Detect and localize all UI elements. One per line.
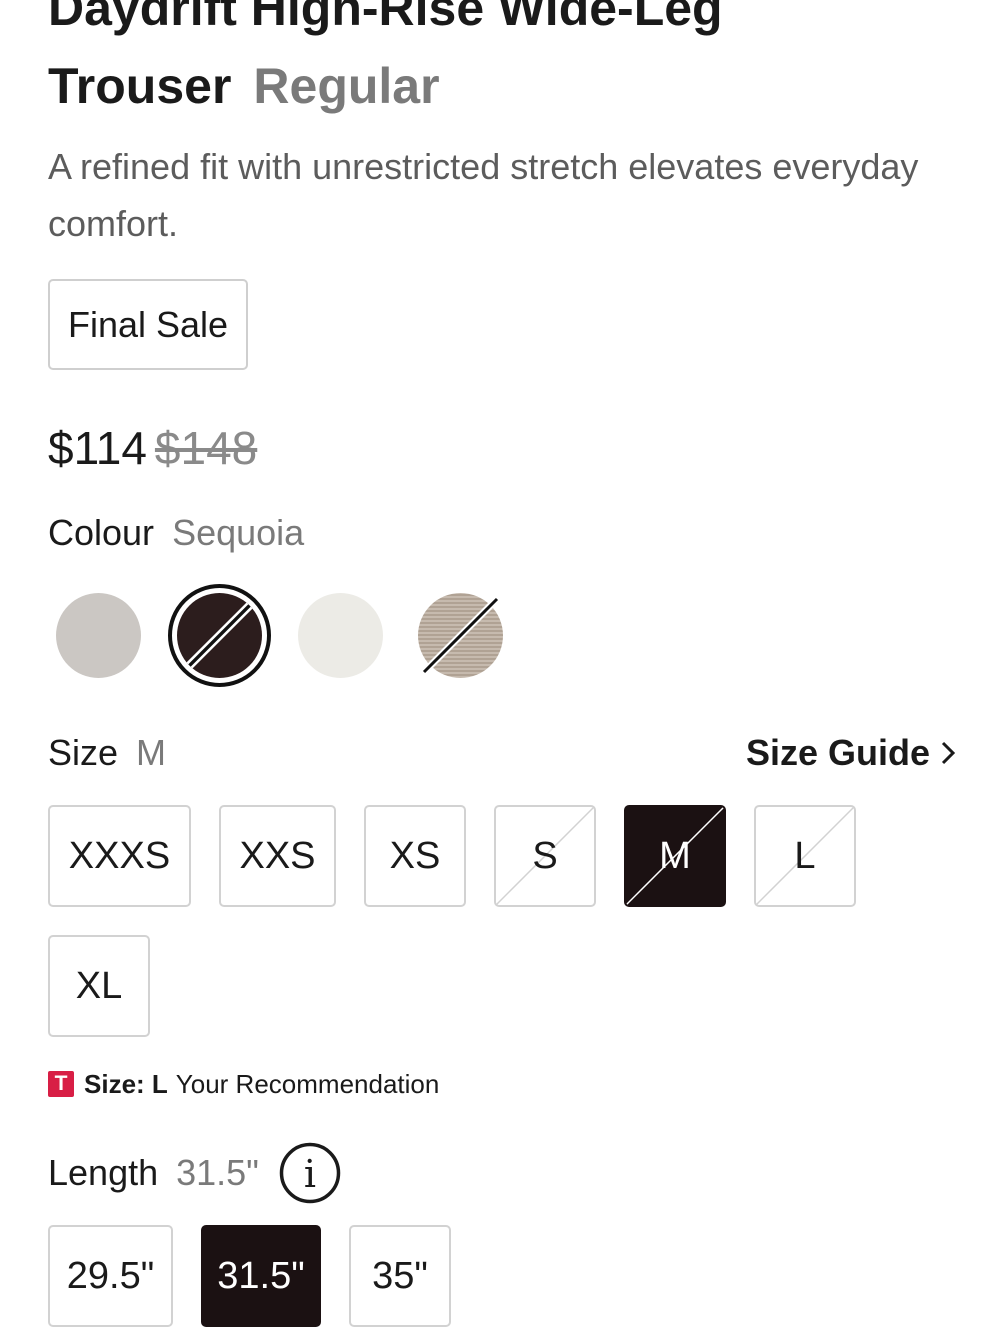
info-circle-icon: i: [279, 1142, 341, 1204]
colour-swatch-2-fill: [177, 593, 262, 678]
info-icon[interactable]: i: [279, 1142, 341, 1204]
size-option-label: XXXS: [68, 834, 171, 877]
length-option-35[interactable]: 35": [349, 1225, 451, 1327]
unavailable-slash-icon: [421, 596, 500, 675]
colour-swatch-1[interactable]: [56, 593, 141, 678]
unavailable-slash-icon: [184, 600, 255, 671]
recommendation-size: Size: L: [84, 1069, 168, 1099]
size-option-m-selected[interactable]: M: [624, 805, 726, 907]
product-title: Trouser Regular: [48, 56, 440, 116]
length-label-row: Length 31.5": [48, 1151, 259, 1195]
colour-swatch-4[interactable]: [418, 593, 503, 678]
final-sale-badge: Final Sale: [48, 279, 248, 370]
product-title-line2: Trouser: [48, 58, 232, 114]
fit-label: Regular: [253, 58, 440, 114]
colour-label: Colour: [48, 512, 155, 553]
length-option-label: 29.5": [66, 1254, 155, 1297]
size-guide-label: Size Guide: [745, 732, 930, 773]
size-option-l[interactable]: L: [754, 805, 856, 907]
size-guide-link[interactable]: Size Guide: [746, 731, 956, 775]
length-option-label: 35": [372, 1254, 428, 1297]
length-label: Length: [48, 1152, 159, 1193]
size-label: Size: [48, 732, 119, 773]
price-row: $114 $148: [48, 420, 257, 476]
size-recommendation: T Size: L Your Recommendation: [48, 1068, 439, 1100]
colour-selected-value: Sequoia: [172, 512, 305, 553]
size-option-xxs[interactable]: XXS: [219, 805, 336, 907]
info-glyph: i: [304, 1152, 316, 1196]
size-selected-value: M: [136, 732, 167, 773]
size-option-s[interactable]: S: [494, 805, 596, 907]
size-option-label: XS: [389, 834, 441, 877]
sale-price: $114: [48, 422, 147, 474]
colour-label-row: Colour Sequoia: [48, 511, 304, 555]
chevron-right-icon: [941, 741, 956, 765]
colour-swatch-2-selected[interactable]: [168, 584, 271, 687]
product-title-line1: Daydrift High-Rise Wide-Leg: [48, 0, 723, 36]
recommendation-t-icon: T: [48, 1071, 74, 1097]
size-option-label: L: [794, 834, 816, 877]
size-label-row: Size M: [48, 731, 166, 775]
length-option-label: 31.5": [217, 1254, 305, 1297]
product-description: A refined fit with unrestricted stretch …: [48, 146, 919, 244]
size-option-label: S: [532, 834, 558, 877]
size-option-xxxs[interactable]: XXXS: [48, 805, 191, 907]
size-option-label: M: [659, 834, 691, 877]
size-option-label: XXS: [239, 834, 316, 877]
size-option-label: XL: [75, 964, 123, 1007]
length-option-29-5[interactable]: 29.5": [48, 1225, 173, 1327]
size-option-xs[interactable]: XS: [364, 805, 466, 907]
colour-swatch-3[interactable]: [298, 593, 383, 678]
length-selected-value: 31.5": [176, 1152, 259, 1193]
recommendation-text: Your Recommendation: [175, 1069, 440, 1099]
original-price: $148: [154, 422, 258, 474]
length-option-31-5-selected[interactable]: 31.5": [201, 1225, 321, 1327]
size-option-xl[interactable]: XL: [48, 935, 150, 1037]
